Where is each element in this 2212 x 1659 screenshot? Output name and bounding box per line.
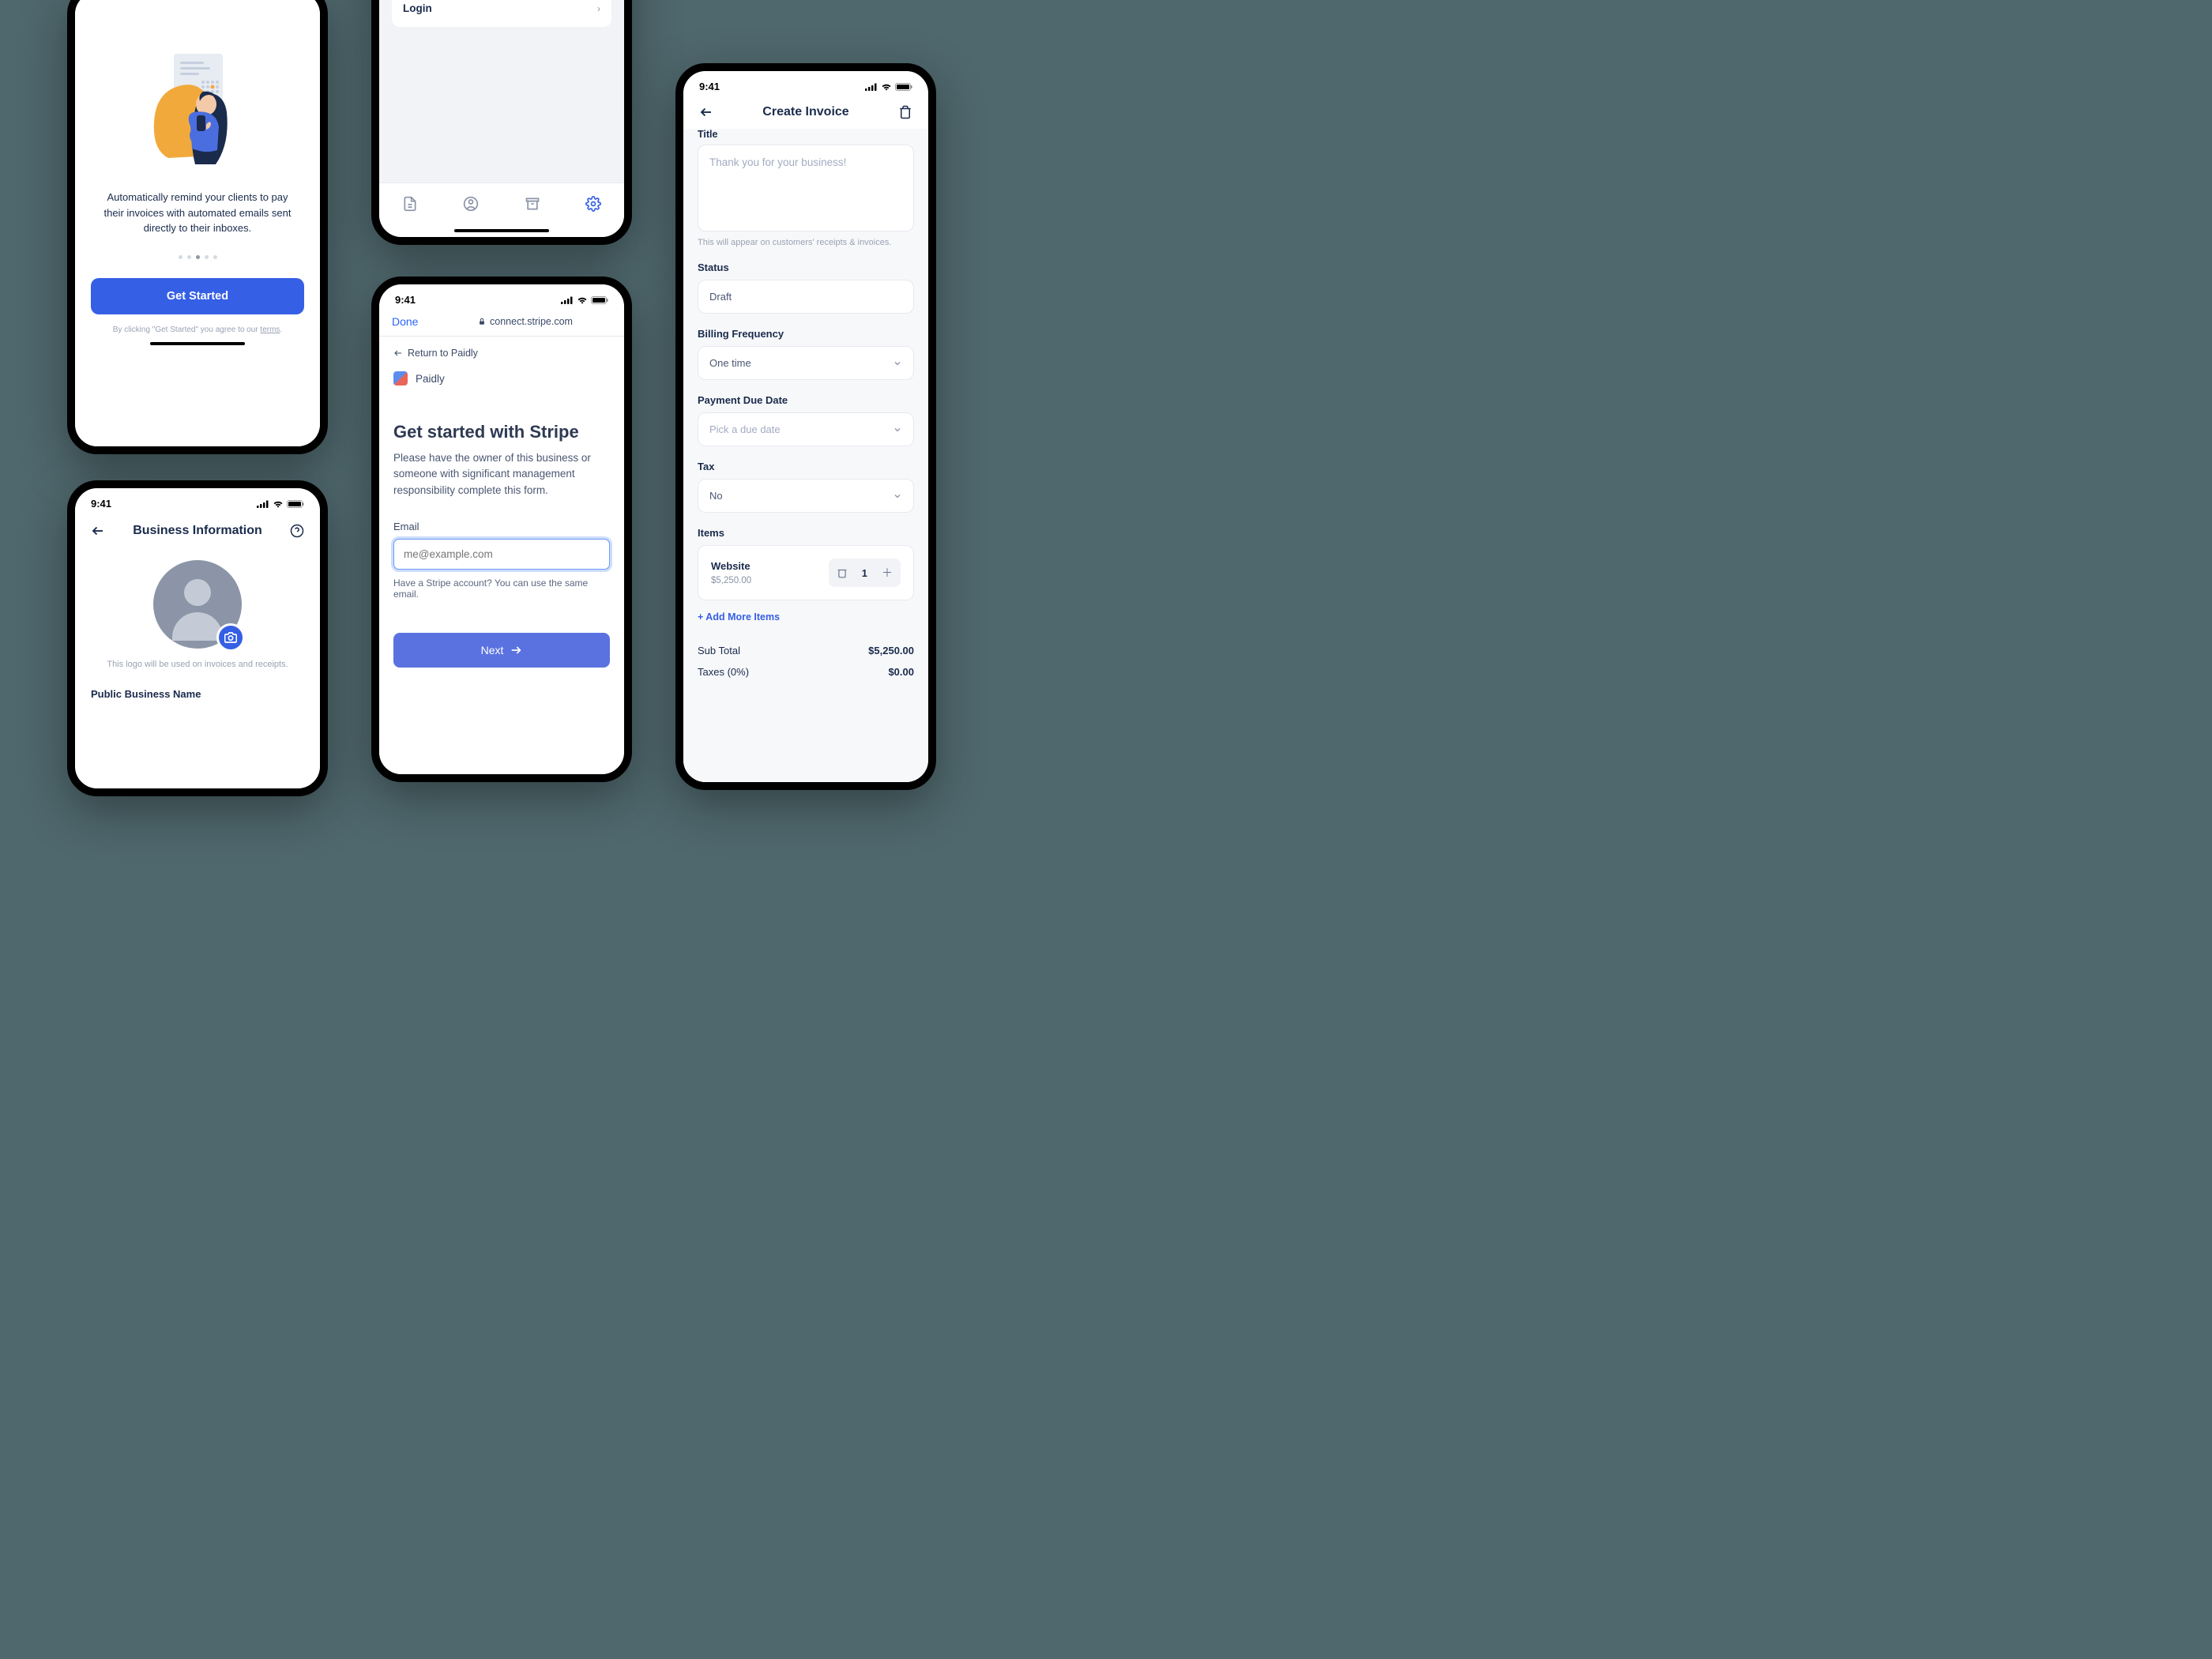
tax-label: Tax: [698, 461, 914, 472]
email-label: Email: [393, 521, 610, 532]
status-field[interactable]: Draft: [698, 280, 914, 314]
page-indicator: [91, 255, 304, 259]
item-quantity: 1: [856, 567, 874, 579]
add-more-items-link[interactable]: + Add More Items: [698, 611, 914, 623]
onboarding-illustration: [91, 16, 304, 190]
tab-bar: [379, 182, 624, 229]
title-hint: This will appear on customers' receipts …: [698, 238, 914, 247]
items-label: Items: [698, 527, 914, 539]
arrow-right-icon: [510, 644, 522, 656]
done-button[interactable]: Done: [392, 315, 439, 328]
onboarding-screen: Automatically remind your clients to pay…: [67, 0, 328, 454]
lock-icon: [478, 318, 486, 325]
wifi-icon: [273, 500, 284, 508]
tax-select[interactable]: No: [698, 479, 914, 513]
chevron-down-icon: [893, 491, 902, 501]
terms-link[interactable]: terms: [260, 325, 280, 334]
item-price: $5,250.00: [711, 576, 751, 585]
item-name: Website: [711, 560, 751, 572]
stripe-connect-screen: 9:41 Done connect.stripe.com Return to P…: [371, 276, 632, 782]
billing-frequency-label: Billing Frequency: [698, 328, 914, 340]
battery-icon: [895, 83, 912, 91]
email-hint: Have a Stripe account? You can use the s…: [393, 577, 610, 600]
signal-icon: [865, 83, 878, 91]
home-indicator: [150, 342, 245, 345]
status-bar: 9:41: [683, 71, 928, 96]
status-bar: 9:41: [379, 284, 624, 309]
settings-screen: Other Support › Login ›: [371, 0, 632, 245]
item-delete-button[interactable]: [829, 561, 856, 585]
create-invoice-screen: 9:41 Create Invoice Title Thank you for …: [675, 63, 936, 790]
stripe-heading: Get started with Stripe: [393, 422, 610, 442]
wifi-icon: [881, 83, 892, 91]
chevron-down-icon: [893, 359, 902, 368]
quantity-stepper: 1 ＋: [829, 559, 901, 587]
tab-archive-icon[interactable]: [525, 196, 540, 212]
chevron-right-icon: ›: [597, 3, 600, 14]
battery-icon: [591, 296, 608, 304]
wifi-icon: [577, 296, 588, 304]
onboarding-description: Automatically remind your clients to pay…: [91, 190, 304, 236]
tab-profile-icon[interactable]: [463, 196, 479, 212]
signal-icon: [257, 500, 269, 508]
invoice-item-row: Website $5,250.00 1 ＋: [698, 545, 914, 600]
title-field-label: Title: [698, 129, 914, 140]
business-info-screen: 9:41 Business Information This logo will…: [67, 480, 328, 796]
home-indicator: [454, 229, 549, 232]
help-button[interactable]: [290, 524, 304, 538]
business-logo-placeholder: [153, 560, 242, 649]
delete-button[interactable]: [898, 105, 912, 119]
paidly-logo-icon: [393, 371, 408, 386]
page-title: Create Invoice: [762, 105, 848, 119]
page-title: Business Information: [133, 524, 262, 538]
brand-row: Paidly: [379, 370, 624, 397]
tab-documents-icon[interactable]: [402, 196, 418, 212]
billing-frequency-select[interactable]: One time: [698, 346, 914, 380]
title-textarea[interactable]: Thank you for your business!: [698, 145, 914, 231]
back-button[interactable]: [91, 524, 105, 538]
chevron-down-icon: [893, 425, 902, 434]
logo-caption: This logo will be used on invoices and r…: [75, 660, 320, 669]
item-increment-button[interactable]: ＋: [874, 559, 901, 587]
due-date-select[interactable]: Pick a due date: [698, 412, 914, 446]
email-input[interactable]: [393, 539, 610, 570]
list-item-login[interactable]: Login ›: [392, 0, 611, 27]
return-link[interactable]: Return to Paidly: [379, 337, 624, 370]
due-date-label: Payment Due Date: [698, 394, 914, 406]
tab-settings-icon[interactable]: [585, 196, 601, 212]
status-label: Status: [698, 261, 914, 273]
subtotal-row: Sub Total$5,250.00: [698, 640, 914, 661]
back-button[interactable]: [699, 105, 713, 119]
taxes-row: Taxes (0%)$0.00: [698, 661, 914, 683]
signal-icon: [561, 296, 574, 304]
stripe-lead: Please have the owner of this business o…: [393, 450, 610, 498]
get-started-button[interactable]: Get Started: [91, 278, 304, 314]
status-bar: 9:41: [75, 488, 320, 513]
field-label-business-name: Public Business Name: [75, 669, 320, 700]
battery-icon: [287, 500, 304, 508]
next-button[interactable]: Next: [393, 633, 610, 668]
upload-logo-button[interactable]: [216, 623, 245, 652]
browser-url: connect.stripe.com: [439, 316, 611, 327]
terms-text: By clicking "Get Started" you agree to o…: [91, 325, 304, 334]
